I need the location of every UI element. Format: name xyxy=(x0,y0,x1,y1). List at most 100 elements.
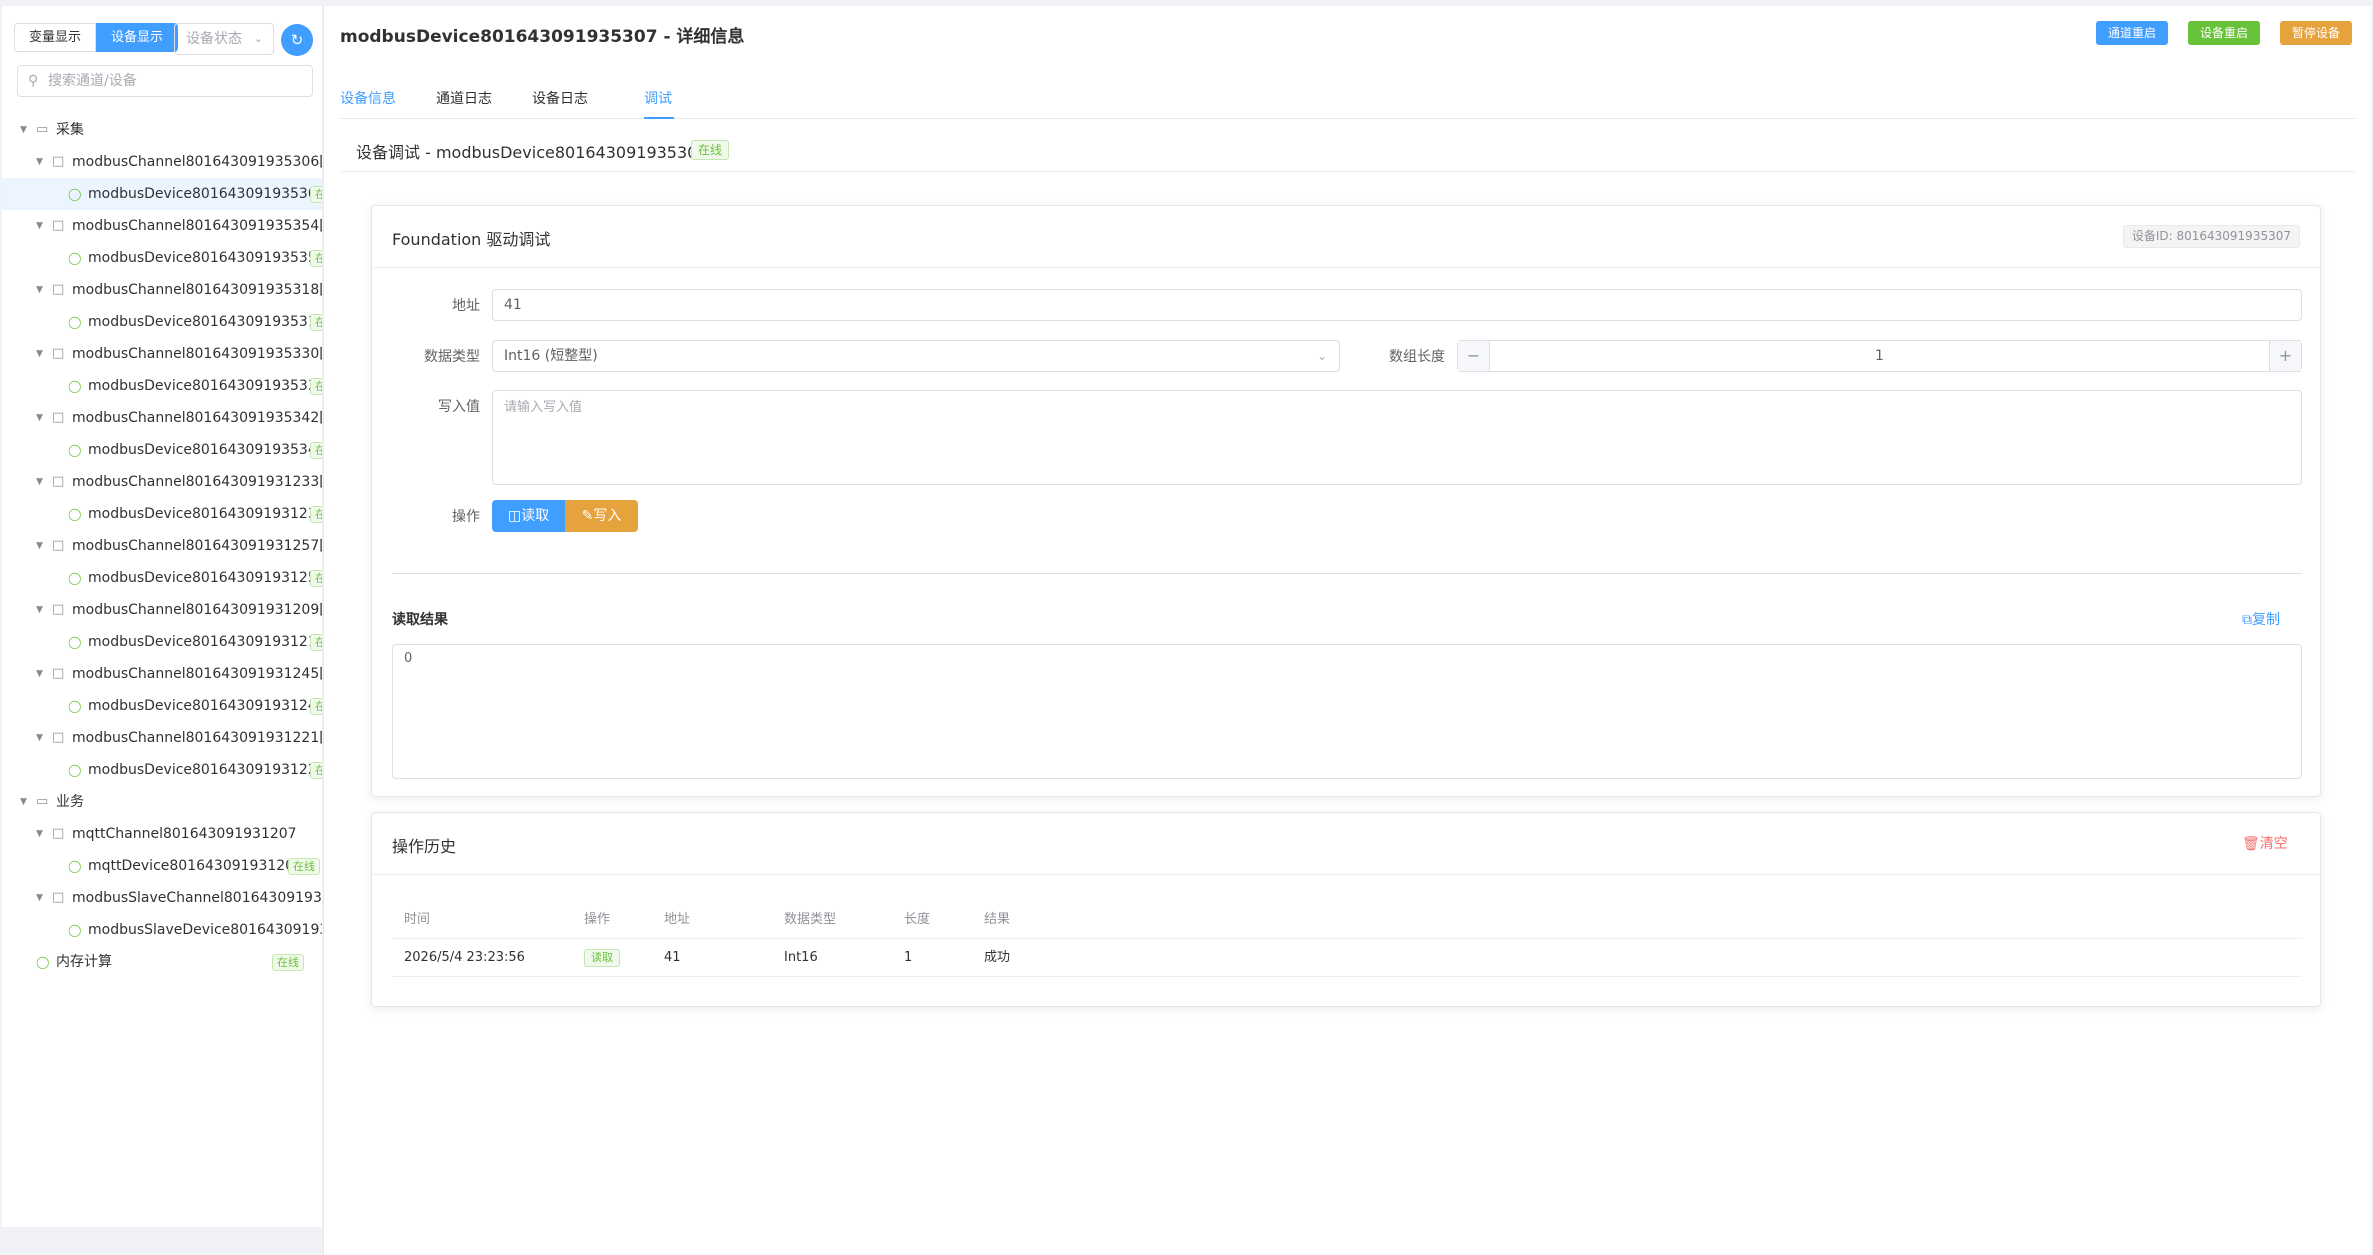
operation-history-card: 操作历史 🗑清空 时间 操作 地址 数据类型 长度 结果 2026/5/4 23… xyxy=(371,812,2321,1007)
write-button[interactable]: ✎写入 xyxy=(565,500,638,532)
status-badge: 在线 xyxy=(288,858,320,875)
expand-arrow-icon[interactable]: ▼ xyxy=(36,594,43,626)
tree-node-label: modbusDevice801643091935355 xyxy=(88,250,322,266)
channel-restart-button[interactable]: 通道重启 xyxy=(2096,21,2168,45)
tree-node-device[interactable]: ◯ modbusDevice801643091931210 在 xyxy=(2,626,322,658)
tree-node-channel[interactable]: ▼ □ modbusChannel801643091931257[12 xyxy=(2,530,322,562)
expand-arrow-icon[interactable]: ▼ xyxy=(20,786,27,818)
read-button[interactable]: ◫读取 xyxy=(492,500,565,532)
tree-node-channel[interactable]: ▼ □ modbusChannel801643091935342[12 xyxy=(2,402,322,434)
tree-node-channel[interactable]: ▼ □ mqttChannel801643091931207 xyxy=(2,818,322,850)
device-status-placeholder: 设备状态 xyxy=(186,31,242,47)
tree-node-channel[interactable]: ▼ □ modbusChannel801643091935330[12 xyxy=(2,338,322,370)
chip-icon: ◯ xyxy=(68,635,82,649)
tree-node-leaf[interactable]: ◯ 内存计算 在线 xyxy=(2,946,322,978)
expand-arrow-icon[interactable]: ▼ xyxy=(36,146,43,178)
refresh-button[interactable]: ↻ xyxy=(281,24,313,56)
expand-arrow-icon[interactable]: ▼ xyxy=(36,338,43,370)
chevron-down-icon: ⌄ xyxy=(1316,349,1327,363)
address-input[interactable]: 41 xyxy=(492,289,2302,321)
write-value-textarea[interactable]: 请输入写入值 xyxy=(492,390,2302,485)
app-root: 变量显示 设备显示 设备状态 ⌄ ↻ ⚲ 搜索通道/设备 ▼ ▭ 采集 ▼ □ modbu… xyxy=(0,0,2373,1255)
tab-channel-log[interactable]: 通道日志 xyxy=(436,79,492,119)
tab-debug[interactable]: 调试 xyxy=(644,79,672,119)
read-button-label: 读取 xyxy=(521,508,550,524)
tree-node-device[interactable]: ◯ modbusDevice801643091931246 在 xyxy=(2,690,322,722)
tree-node-device[interactable]: ◯ modbusDevice801643091935355 在 xyxy=(2,242,322,274)
chip-icon: ◯ xyxy=(36,955,50,969)
tree-node-channel[interactable]: ▼ □ modbusChannel801643091931245[12 xyxy=(2,658,322,690)
expand-arrow-icon[interactable]: ▼ xyxy=(36,722,43,754)
device-restart-button[interactable]: 设备重启 xyxy=(2188,21,2260,45)
tree-node-device[interactable]: ◯ modbusDevice801643091931258 在 xyxy=(2,562,322,594)
expand-arrow-icon[interactable]: ▼ xyxy=(36,882,43,914)
table-row: 2026/5/4 23:23:56 读取 41 Int16 1 成功 xyxy=(392,939,2302,977)
operation-label: 操作 xyxy=(452,509,480,525)
array-length-value[interactable]: 1 xyxy=(1490,341,2269,371)
write-value-label: 写入值 xyxy=(438,399,480,415)
tree-node-channel[interactable]: ▼ □ modbusChannel801643091931221[12 xyxy=(2,722,322,754)
tree-search-input[interactable]: ⚲ 搜索通道/设备 xyxy=(17,65,313,97)
tab-device-log[interactable]: 设备日志 xyxy=(532,79,588,119)
tree-node-device[interactable]: ◯ modbusDevice801643091935319 在 xyxy=(2,306,322,338)
expand-arrow-icon[interactable]: ▼ xyxy=(36,274,43,306)
tree-node-group[interactable]: ▼ ▭ 业务 xyxy=(2,786,322,818)
tree-node-device[interactable]: ◯ modbusDevice801643091931234 在 xyxy=(2,498,322,530)
read-result-textarea[interactable]: 0 xyxy=(392,644,2302,779)
status-badge: 在 xyxy=(310,570,322,587)
driver-debug-title: Foundation 驱动调试 xyxy=(392,230,551,249)
device-status-select[interactable]: 设备状态 ⌄ xyxy=(174,23,274,55)
tree-node-group[interactable]: ▼ ▭ 采集 xyxy=(2,114,322,146)
copy-button[interactable]: ⧉复制 xyxy=(2242,609,2280,629)
tree-node-channel[interactable]: ▼ □ modbusChannel801643091935354[12 xyxy=(2,210,322,242)
pause-device-button[interactable]: 暂停设备 xyxy=(2280,21,2352,45)
sidebar: 变量显示 设备显示 设备状态 ⌄ ↻ ⚲ 搜索通道/设备 ▼ ▭ 采集 ▼ □ modbu… xyxy=(0,0,323,1255)
expand-arrow-icon[interactable]: ▼ xyxy=(36,530,43,562)
data-type-select[interactable]: Int16 (短整型) ⌄ xyxy=(492,340,1340,372)
decrement-button[interactable]: − xyxy=(1458,341,1490,371)
address-label: 地址 xyxy=(452,298,480,314)
history-result: 成功 xyxy=(984,950,1011,965)
clear-history-button[interactable]: 🗑清空 xyxy=(2242,833,2288,853)
status-badge: 在线 xyxy=(272,954,304,971)
folder-icon: □ xyxy=(52,410,65,425)
tree-node-channel[interactable]: ▼ □ modbusChannel801643091931233[12 xyxy=(2,466,322,498)
chip-icon: ◯ xyxy=(68,379,82,393)
expand-arrow-icon[interactable]: ▼ xyxy=(36,466,43,498)
tree-node-channel[interactable]: ▼ □ modbusChannel801643091935318[12 xyxy=(2,274,322,306)
folder-icon: □ xyxy=(52,602,65,617)
expand-arrow-icon[interactable]: ▼ xyxy=(36,658,43,690)
increment-button[interactable]: + xyxy=(2269,341,2301,371)
monitor-icon: ▭ xyxy=(36,122,49,137)
data-type-value: Int16 (短整型) xyxy=(504,348,598,364)
array-length-label: 数组长度 xyxy=(1389,349,1445,365)
expand-arrow-icon[interactable]: ▼ xyxy=(36,402,43,434)
edit-icon: ✎ xyxy=(581,508,594,524)
tab-device-info[interactable]: 设备信息 xyxy=(340,79,396,119)
col-operation: 操作 xyxy=(584,912,611,927)
tree-node-label: modbusDevice801643091931258 xyxy=(88,570,322,586)
tree-node-label: modbusChannel801643091931257[12 xyxy=(72,538,322,554)
expand-arrow-icon[interactable]: ▼ xyxy=(20,114,27,146)
tree-node-channel[interactable]: ▼ □ modbusChannel801643091935306[12 xyxy=(2,146,322,178)
expand-arrow-icon[interactable]: ▼ xyxy=(36,210,43,242)
tree-node-label: modbusChannel801643091935306[12 xyxy=(72,154,322,170)
folder-icon: □ xyxy=(52,730,65,745)
history-op-badge: 读取 xyxy=(584,949,620,967)
tree-node-channel[interactable]: ▼ □ modbusChannel801643091931209[12 xyxy=(2,594,322,626)
header-divider xyxy=(340,171,2356,172)
tree-node-device[interactable]: ◯ modbusDevice801643091935331 在 xyxy=(2,370,322,402)
expand-arrow-icon[interactable]: ▼ xyxy=(36,818,43,850)
tree-node-device[interactable]: ◯ modbusDevice801643091931222 在 xyxy=(2,754,322,786)
tree-node-device[interactable]: ◯ mqttDevice801643091931208 在线 xyxy=(2,850,322,882)
tree-node-label: 业务 xyxy=(56,794,84,810)
toggle-variable-view[interactable]: 变量显示 xyxy=(14,23,97,52)
device-tree: ▼ ▭ 采集 ▼ □ modbusChannel801643091935306[12 ◯ mo… xyxy=(2,114,322,978)
refresh-icon: ↻ xyxy=(290,31,304,49)
clear-history-label: 清空 xyxy=(2259,836,2288,852)
tree-node-device[interactable]: ◯ modbusDevice801643091935307 在 xyxy=(2,178,322,210)
tree-node-device[interactable]: ◯ modbusDevice801643091935343 在 xyxy=(2,434,322,466)
tree-node-device[interactable]: ◯ modbusSlaveDevice801643091931 xyxy=(2,914,322,946)
tree-node-channel[interactable]: ▼ □ modbusSlaveChannel80164309193l2 xyxy=(2,882,322,914)
toggle-device-view[interactable]: 设备显示 xyxy=(96,23,179,52)
